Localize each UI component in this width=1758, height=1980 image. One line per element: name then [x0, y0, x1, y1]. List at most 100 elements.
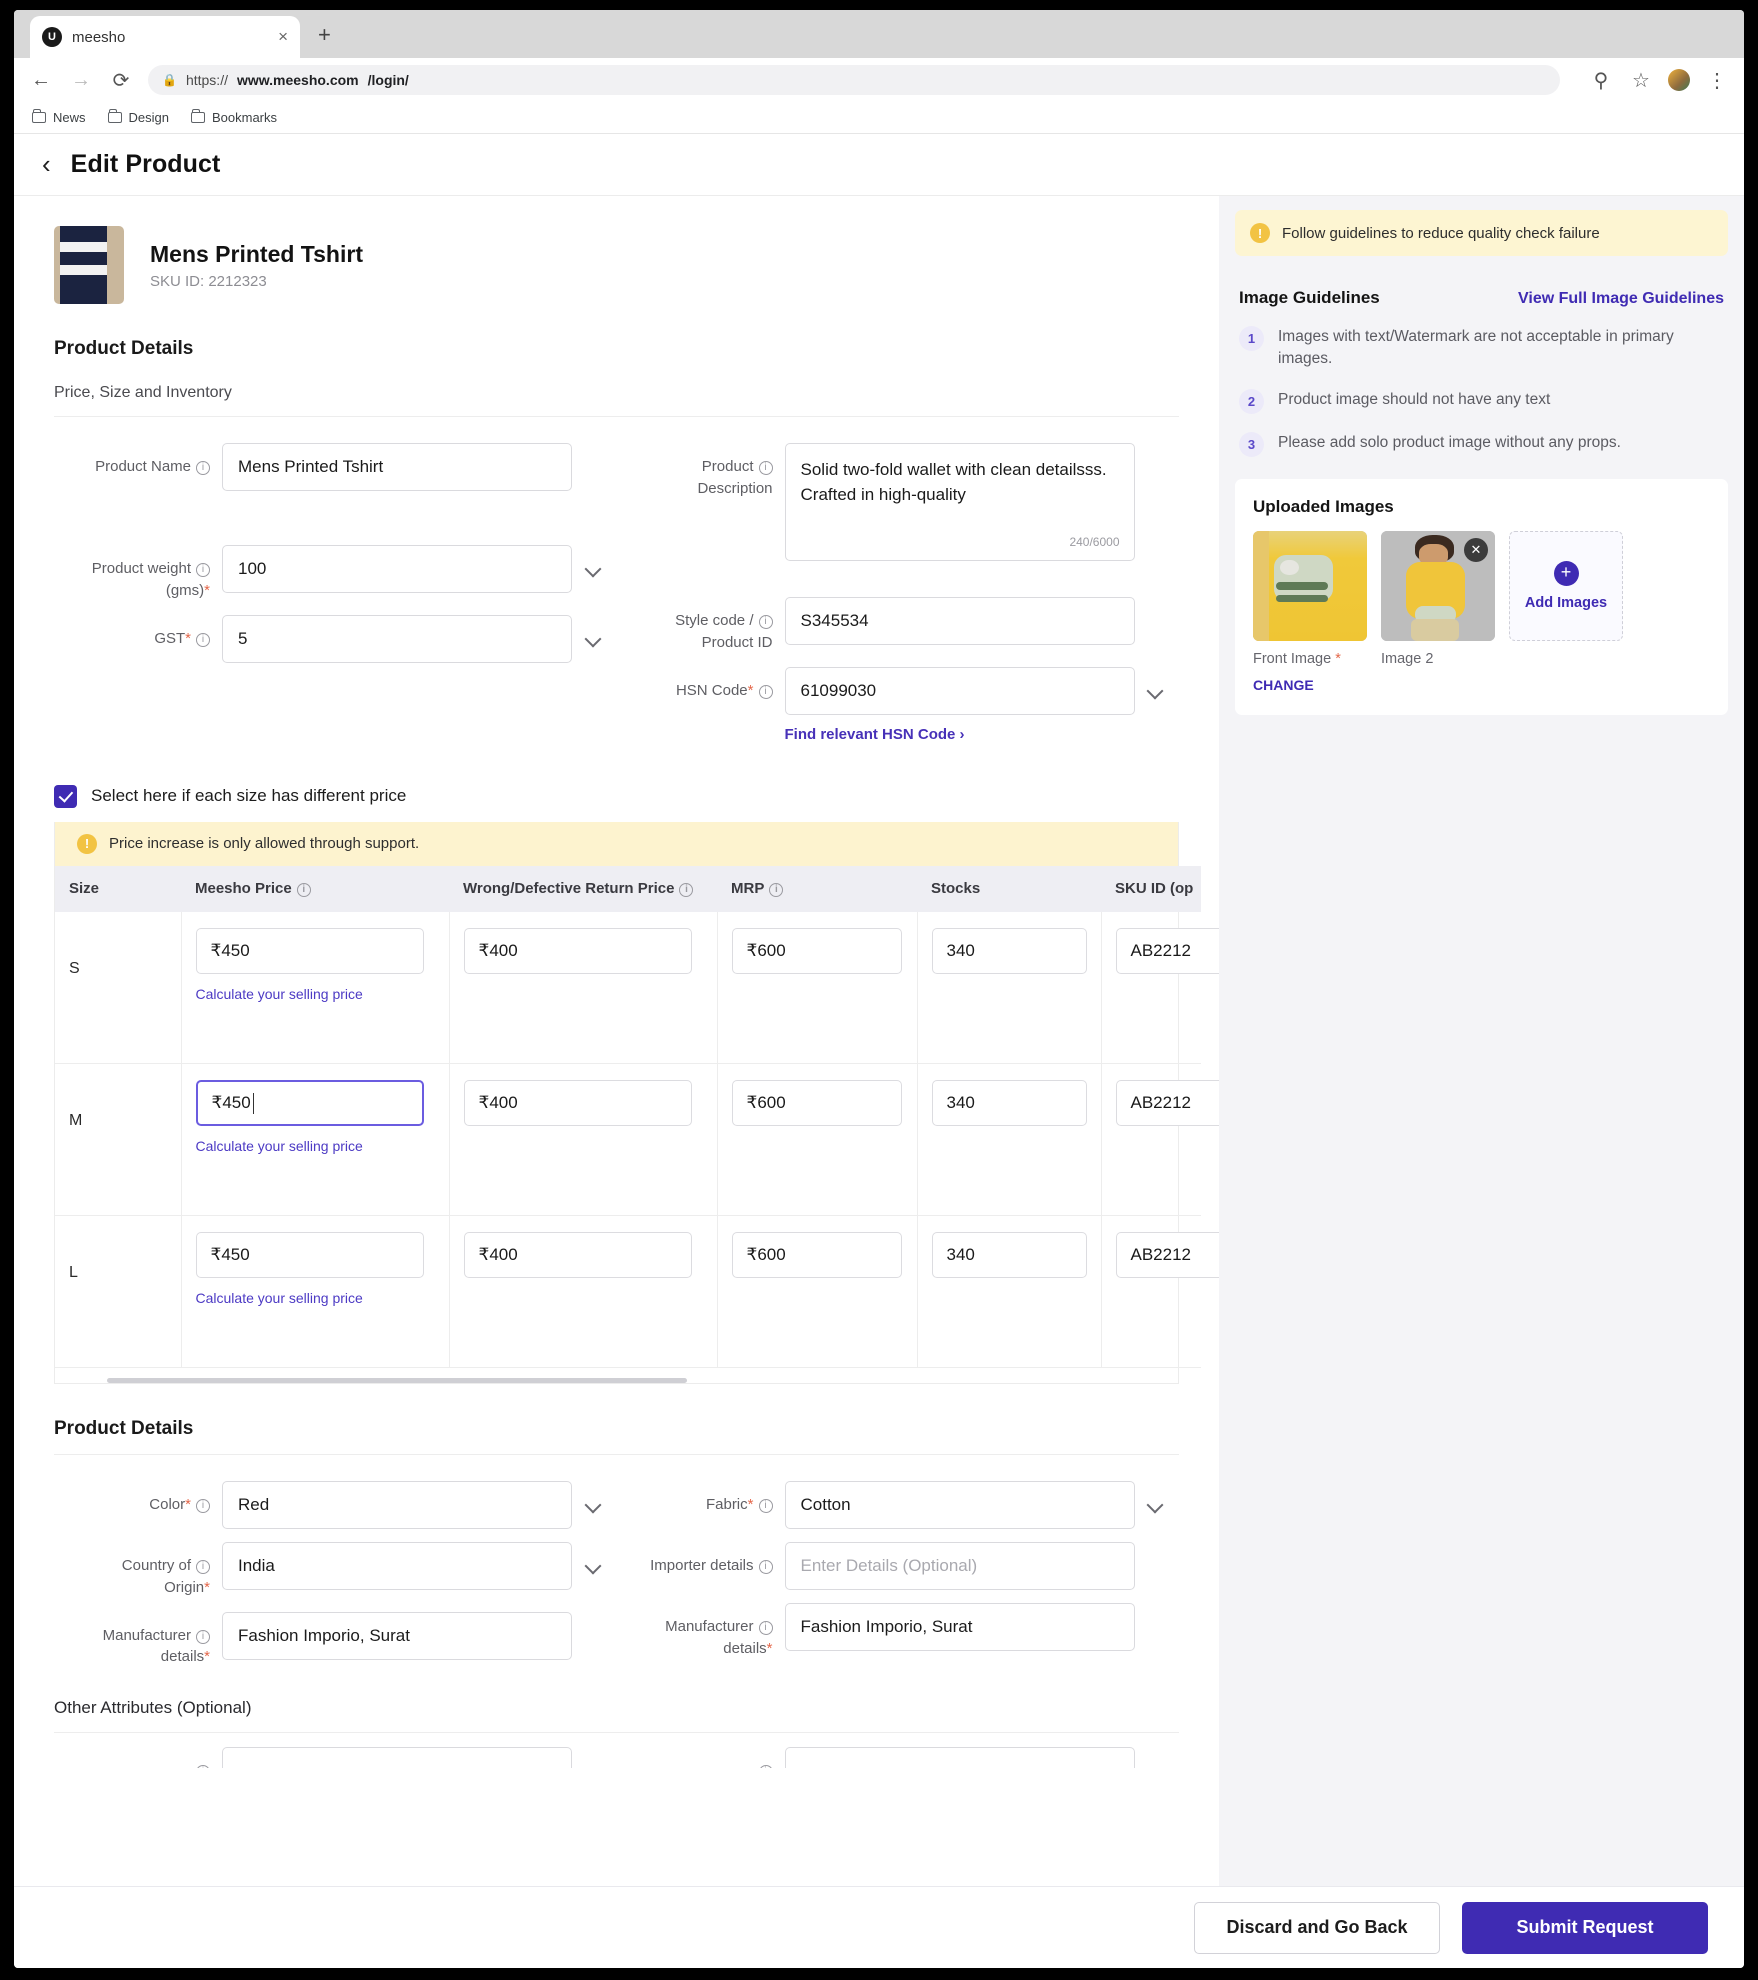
stocks-input[interactable]: 340 [931, 1232, 1087, 1278]
new-tab-icon[interactable]: + [318, 22, 331, 48]
mrp-input[interactable]: ₹600 [731, 927, 902, 974]
info-icon[interactable]: i [758, 1621, 773, 1635]
info-icon[interactable]: i [758, 1499, 773, 1513]
reload-icon[interactable]: ⟳ [108, 68, 134, 93]
field-label: Fabric* i [617, 1481, 785, 1516]
style-code-input[interactable]: S345534 [784, 597, 1135, 645]
other-attribute-select-right[interactable] [784, 1747, 1135, 1768]
sku-id-input[interactable]: AB2212 [1115, 927, 1219, 974]
field-product-description: Product i Description Solid two-fold wall… [617, 417, 1180, 561]
stocks-input[interactable]: 340 [931, 927, 1087, 974]
character-counter: 240/6000 [1069, 534, 1120, 549]
fabric-select[interactable]: Cotton [784, 1481, 1135, 1529]
cell-mrp: ₹600 [717, 1063, 918, 1216]
bookmark-news[interactable]: News [32, 109, 86, 125]
page-title: Edit Product [70, 150, 221, 178]
sku-id-input[interactable]: AB2212 [1115, 1080, 1219, 1126]
image-caption: Image 2 [1381, 650, 1434, 667]
manufacturer-details-input-left[interactable]: Fashion Imporio, Surat [222, 1611, 572, 1660]
field-label: Manufacturer i details* [102, 1626, 210, 1666]
country-of-origin-select[interactable]: India [222, 1542, 572, 1590]
form-column-right-2: Fabric* i Cotton Importer details i Ente… [617, 1455, 1180, 1668]
calculate-selling-price-link[interactable]: Calculate your selling price [196, 986, 435, 1002]
section-product-details: Product Details [54, 338, 194, 359]
importer-details-input[interactable]: Enter Details (Optional) [784, 1542, 1135, 1590]
main-form-column: Mens Printed Tshirt SKU ID: 2212323 Prod… [14, 196, 1219, 1950]
field-label: GST* i [54, 615, 222, 650]
info-icon[interactable]: i [196, 461, 210, 475]
meesho-price-input[interactable]: ₹450 [195, 927, 424, 974]
return-price-input[interactable]: ₹400 [463, 1080, 692, 1126]
info-icon[interactable]: i [758, 615, 773, 629]
color-select[interactable]: Red [222, 1481, 572, 1529]
bookmark-star-icon[interactable]: ☆ [1628, 68, 1654, 93]
calculate-selling-price-link[interactable]: Calculate your selling price [196, 1290, 435, 1306]
mrp-input[interactable]: ₹600 [731, 1232, 902, 1278]
info-icon[interactable]: i [758, 1765, 773, 1768]
info-icon[interactable]: i [196, 1560, 210, 1574]
find-hsn-code-link[interactable]: Find relevant HSN Code › [785, 726, 1180, 743]
product-name-input[interactable]: Mens Printed Tshirt [222, 443, 572, 491]
other-attribute-select-left[interactable] [222, 1747, 572, 1768]
field-color: Color* i Red [54, 1455, 617, 1529]
meesho-price-input[interactable]: ₹450 [195, 1232, 424, 1278]
bookmark-bookmarks[interactable]: Bookmarks [190, 109, 277, 125]
info-icon[interactable]: i [196, 563, 210, 577]
cell-mrp: ₹600 [717, 911, 918, 1064]
image-thumbnail[interactable] [1253, 530, 1367, 641]
gst-select[interactable]: 5 [222, 614, 572, 663]
close-icon[interactable]: × [278, 27, 288, 47]
field-label: HSN Code* i [617, 667, 785, 702]
bookmark-design[interactable]: Design [107, 109, 169, 125]
avatar[interactable] [1668, 69, 1690, 91]
info-icon[interactable]: i [769, 883, 784, 897]
field-country-of-origin: Country of i Origin* India [54, 1529, 617, 1599]
uploaded-image-2: ✕ Image 2 [1381, 530, 1495, 693]
return-price-input[interactable]: ₹400 [463, 927, 692, 974]
info-icon[interactable]: i [758, 1560, 773, 1574]
toolbar-actions: ⚲ ☆ ⋮ [1574, 68, 1730, 93]
address-bar[interactable]: 🔒 https:// www.meesho.com/login/ [148, 65, 1560, 95]
search-icon[interactable]: ⚲ [1588, 68, 1614, 93]
change-image-link[interactable]: CHANGE [1253, 677, 1367, 693]
product-summary: Mens Printed Tshirt SKU ID: 2212323 [14, 196, 1219, 304]
view-full-guidelines-link[interactable]: View Full Image Guidelines [1518, 290, 1724, 308]
sku-id-input[interactable]: AB2212 [1115, 1232, 1219, 1278]
info-icon[interactable]: i [196, 1765, 210, 1768]
return-price-input[interactable]: ₹400 [463, 1232, 692, 1278]
back-chevron-icon[interactable]: ‹ [42, 149, 51, 180]
image-thumbnail[interactable]: ✕ [1381, 530, 1495, 641]
more-menu-icon[interactable]: ⋮ [1704, 68, 1730, 93]
info-icon[interactable]: i [679, 883, 694, 897]
browser-tab-meesho[interactable]: U meesho × [30, 16, 300, 58]
manufacturer-details-input-right[interactable]: Fashion Imporio, Surat [784, 1603, 1135, 1651]
info-icon[interactable]: i [196, 1629, 210, 1644]
cell-return-price: ₹400 [449, 911, 718, 1064]
discard-and-go-back-button[interactable]: Discard and Go Back [1194, 1901, 1440, 1954]
submit-request-button[interactable]: Submit Request [1462, 1901, 1708, 1954]
back-icon[interactable]: ← [28, 69, 54, 92]
different-price-checkbox-row[interactable]: Select here if each size has different p… [14, 743, 1219, 808]
forward-icon[interactable]: → [68, 69, 94, 92]
cell-size: S [55, 911, 182, 1064]
horizontal-scrollbar[interactable] [107, 1378, 687, 1383]
info-icon[interactable]: i [758, 461, 773, 475]
checkbox-different-price[interactable] [54, 784, 77, 808]
add-images-box[interactable]: + Add Images [1509, 530, 1623, 693]
guideline-item: 2 Product image should not have any text [1239, 388, 1724, 414]
stocks-input[interactable]: 340 [931, 1080, 1087, 1126]
mrp-input[interactable]: ₹600 [731, 1080, 902, 1126]
info-icon[interactable]: i [296, 883, 311, 897]
product-weight-select[interactable]: 100 [222, 545, 572, 593]
info-icon[interactable]: i [196, 1499, 210, 1513]
col-header-return-price: Wrong/Defective Return Price i [449, 865, 717, 912]
meesho-price-input[interactable]: ₹450 [195, 1080, 424, 1126]
info-icon[interactable]: i [758, 684, 773, 699]
add-images-label: Add Images [1524, 594, 1608, 611]
calculate-selling-price-link[interactable]: Calculate your selling price [196, 1138, 435, 1154]
hsn-code-select[interactable]: 61099030 [784, 666, 1135, 715]
info-icon[interactable]: i [196, 632, 210, 647]
folder-icon [32, 109, 46, 123]
remove-image-icon[interactable]: ✕ [1464, 537, 1488, 562]
product-description-textarea[interactable]: Solid two-fold wallet with clean details… [784, 443, 1135, 561]
